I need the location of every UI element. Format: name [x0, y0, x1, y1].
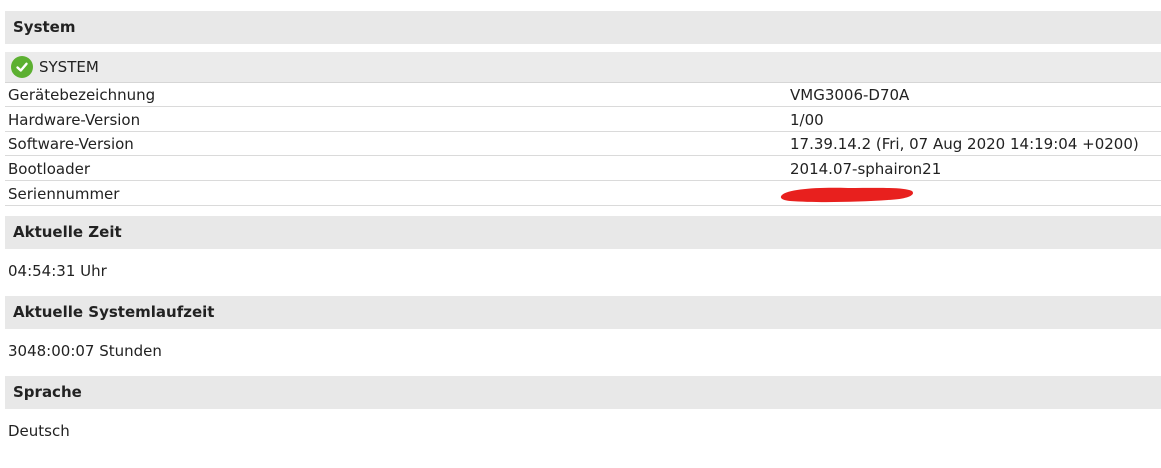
row-value: 2014.07-sphairon21 — [790, 160, 942, 178]
check-circle-icon — [11, 56, 33, 78]
row-label: Bootloader — [8, 160, 90, 178]
info-row-device-name: Gerätebezeichnung VMG3006-D70A — [5, 83, 1161, 107]
language-value: Deutsch — [8, 422, 70, 440]
section-title: Sprache — [13, 383, 82, 401]
serial-redaction-mark — [780, 187, 913, 203]
row-value: 1/00 — [790, 111, 824, 129]
section-header-system: System — [5, 11, 1161, 44]
system-status-label: SYSTEM — [39, 58, 99, 76]
row-label: Seriennummer — [8, 185, 120, 203]
info-row-bootloader: Bootloader 2014.07-sphairon21 — [5, 157, 1161, 181]
section-header-current-time: Aktuelle Zeit — [5, 216, 1161, 249]
row-value: VMG3006-D70A — [790, 86, 910, 104]
info-row-hardware-version: Hardware-Version 1/00 — [5, 108, 1161, 132]
row-label: Software-Version — [8, 135, 134, 153]
section-header-language: Sprache — [5, 376, 1161, 409]
uptime-value: 3048:00:07 Stunden — [8, 342, 162, 360]
info-row-serial-number: Seriennummer — [5, 182, 1161, 206]
section-title: System — [13, 18, 76, 36]
section-title: Aktuelle Zeit — [13, 223, 122, 241]
system-status-header: SYSTEM — [5, 52, 1161, 83]
section-header-uptime: Aktuelle Systemlaufzeit — [5, 296, 1161, 329]
row-label: Hardware-Version — [8, 111, 141, 129]
current-time-value: 04:54:31 Uhr — [8, 262, 107, 280]
info-row-software-version: Software-Version 17.39.14.2 (Fri, 07 Aug… — [5, 132, 1161, 156]
section-title: Aktuelle Systemlaufzeit — [13, 303, 215, 321]
row-value: 17.39.14.2 (Fri, 07 Aug 2020 14:19:04 +0… — [790, 135, 1139, 153]
row-label: Gerätebezeichnung — [8, 86, 156, 104]
